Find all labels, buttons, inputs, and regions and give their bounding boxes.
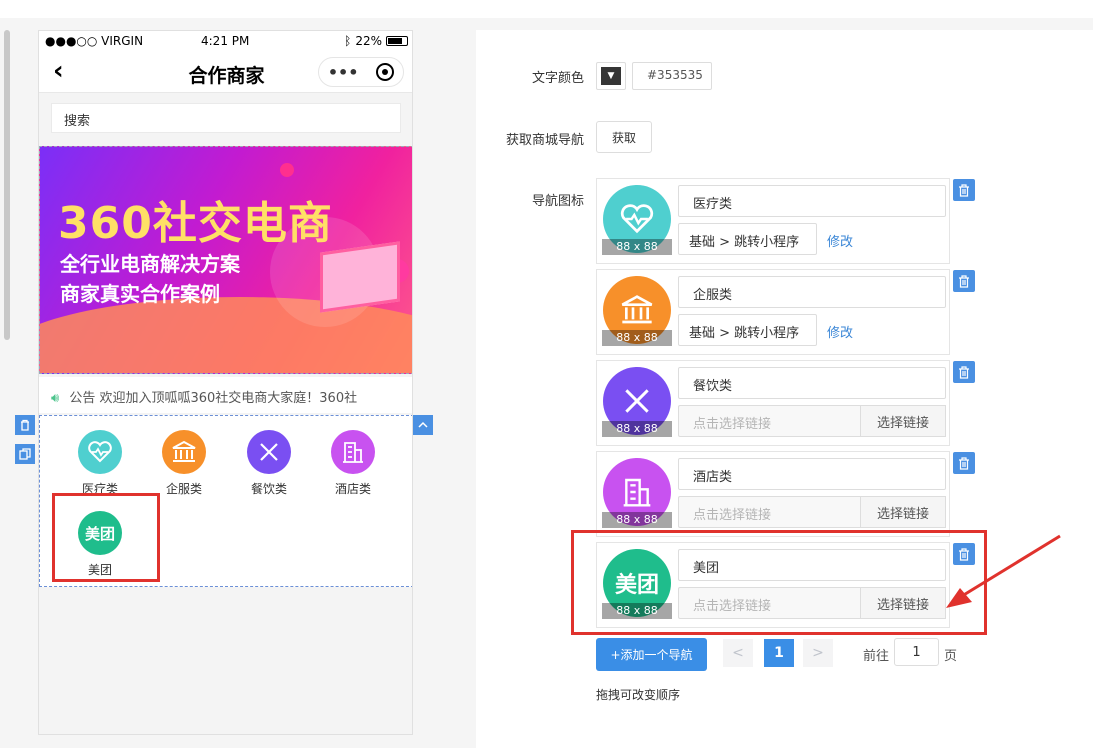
delete-icon[interactable] bbox=[953, 361, 975, 383]
nav-card-hotel[interactable]: 88 x 88 酒店类 点击选择链接 选择链接 bbox=[596, 451, 950, 537]
chevron-down-icon: ▼ bbox=[601, 67, 621, 85]
banner-bubble bbox=[280, 163, 294, 177]
color-picker[interactable]: ▼ bbox=[596, 62, 626, 90]
nav-thumb[interactable]: 88 x 88 bbox=[602, 185, 672, 255]
arrow-annotation bbox=[946, 534, 1061, 608]
heart-pulse-icon bbox=[78, 430, 122, 474]
more-dots-icon[interactable]: ••• bbox=[328, 63, 359, 82]
status-right: ᛒ 22% bbox=[344, 34, 408, 48]
search-input[interactable]: 搜索 bbox=[51, 103, 401, 133]
nav-item-enterprise[interactable]: 企服类 bbox=[149, 430, 219, 497]
nav-name-input[interactable]: 酒店类 bbox=[678, 458, 946, 490]
color-hex-input[interactable]: #353535 bbox=[632, 62, 712, 90]
speaker-icon: 🔊︎ bbox=[51, 391, 60, 406]
nav-bar: ‹ 合作商家 ••• bbox=[39, 51, 412, 93]
goto-label: 前往 bbox=[863, 649, 890, 664]
nav-item-medical[interactable]: 医疗类 bbox=[65, 430, 135, 497]
choose-link-button[interactable]: 选择链接 bbox=[860, 496, 946, 528]
bank-building-icon bbox=[162, 430, 206, 474]
banner-image[interactable]: 360社交电商 全行业电商解决方案 商家真实合作案例 bbox=[39, 146, 412, 374]
pagination-next-button[interactable]: > bbox=[803, 639, 833, 667]
carrier: ●●●○○ VIRGIN bbox=[45, 34, 144, 48]
nav-thumb[interactable]: 88 x 88 bbox=[602, 276, 672, 346]
thumb-size: 88 x 88 bbox=[602, 421, 672, 437]
delete-icon[interactable] bbox=[15, 415, 35, 435]
nav-thumb[interactable]: 88 x 88 bbox=[602, 367, 672, 437]
link-input[interactable]: 点击选择链接 bbox=[678, 496, 860, 528]
nav-thumb[interactable]: 88 x 88 bbox=[602, 458, 672, 528]
thumb-size: 88 x 88 bbox=[602, 330, 672, 346]
pagination-current-page[interactable]: 1 bbox=[764, 639, 794, 667]
close-target-icon[interactable] bbox=[376, 63, 395, 81]
nav-card-medical[interactable]: 88 x 88 医疗类 基础 > 跳转小程序 修改 bbox=[596, 178, 950, 264]
highlight-box-meituan bbox=[52, 493, 160, 582]
chevron-up-icon[interactable] bbox=[413, 415, 433, 435]
hotel-building-icon bbox=[331, 430, 375, 474]
drag-hint: 拖拽可改变顺序 bbox=[596, 688, 681, 702]
status-time: 4:21 PM bbox=[201, 34, 250, 48]
status-bar: ●●●○○ VIRGIN 4:21 PM ᛒ 22% bbox=[39, 31, 412, 51]
delete-icon[interactable] bbox=[953, 179, 975, 201]
delete-icon[interactable] bbox=[953, 270, 975, 292]
top-strip bbox=[0, 0, 1093, 18]
link-input[interactable]: 点击选择链接 bbox=[678, 405, 860, 437]
text-color-label: 文字颜色 bbox=[531, 71, 584, 86]
nav-item-hotel[interactable]: 酒店类 bbox=[318, 430, 388, 497]
banner-title: 360社交电商 bbox=[58, 198, 333, 249]
notice-bar[interactable]: 🔊︎ 公告 欢迎加入顶呱呱360社交电商大家庭！360社 bbox=[39, 377, 412, 413]
modify-link[interactable]: 修改 bbox=[827, 322, 853, 341]
phone-preview: ●●●○○ VIRGIN 4:21 PM ᛒ 22% ‹ 合作商家 ••• 搜索… bbox=[38, 30, 413, 735]
fetch-nav-label: 获取商城导航 bbox=[505, 133, 584, 148]
delete-icon[interactable] bbox=[953, 452, 975, 474]
nav-item-label: 餐饮类 bbox=[250, 482, 287, 496]
nav-grid: 医疗类 企服类 餐饮类 酒店类 美团 美团 bbox=[39, 415, 412, 587]
notice-text: 公告 欢迎加入顶呱呱360社交电商大家庭！360社 bbox=[69, 391, 358, 406]
page-label: 页 bbox=[944, 649, 958, 664]
nav-item-label: 酒店类 bbox=[334, 482, 371, 496]
fetch-button[interactable]: 获取 bbox=[596, 121, 652, 153]
choose-link-button[interactable]: 选择链接 bbox=[860, 405, 946, 437]
banner-subtitle-2: 商家真实合作案例 bbox=[60, 282, 220, 306]
mini-program-capsule: ••• bbox=[318, 57, 404, 87]
thumb-size: 88 x 88 bbox=[602, 512, 672, 528]
nav-card-enterprise[interactable]: 88 x 88 企服类 基础 > 跳转小程序 修改 bbox=[596, 269, 950, 355]
banner-subtitle-1: 全行业电商解决方案 bbox=[60, 252, 240, 276]
nav-link-display: 基础 > 跳转小程序 bbox=[678, 223, 817, 255]
nav-name-input[interactable]: 餐饮类 bbox=[678, 367, 946, 399]
add-nav-button[interactable]: +添加一个导航 bbox=[596, 638, 707, 671]
banner-monitor-illustration bbox=[320, 241, 400, 313]
pagination-prev-button[interactable]: < bbox=[723, 639, 753, 667]
bluetooth-icon: ᛒ bbox=[344, 34, 352, 48]
nav-link-display: 基础 > 跳转小程序 bbox=[678, 314, 817, 346]
nav-icon-label: 导航图标 bbox=[531, 194, 584, 209]
battery-percent: 22% bbox=[355, 34, 382, 48]
battery-icon bbox=[386, 36, 408, 46]
nav-item-dining[interactable]: 餐饮类 bbox=[234, 430, 304, 497]
nav-card-dining[interactable]: 88 x 88 餐饮类 点击选择链接 选择链接 bbox=[596, 360, 950, 446]
modify-link[interactable]: 修改 bbox=[827, 231, 853, 250]
goto-page-input[interactable]: 1 bbox=[894, 638, 939, 666]
thumb-size: 88 x 88 bbox=[602, 239, 672, 255]
fork-knife-icon bbox=[247, 430, 291, 474]
scrollbar[interactable] bbox=[4, 30, 10, 340]
nav-name-input[interactable]: 企服类 bbox=[678, 276, 946, 308]
nav-name-input[interactable]: 医疗类 bbox=[678, 185, 946, 217]
copy-icon[interactable] bbox=[15, 444, 35, 464]
